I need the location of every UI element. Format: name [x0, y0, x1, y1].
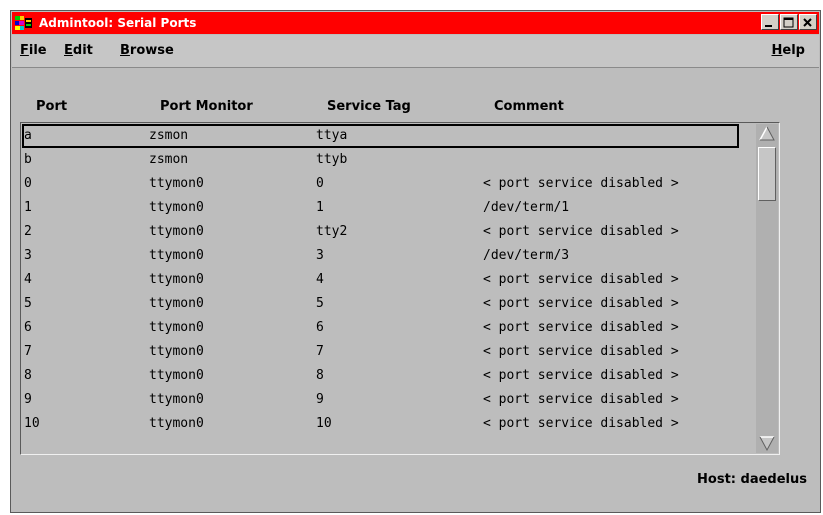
table-row[interactable]: 7 ttymon0 7 < port service disabled >: [22, 340, 739, 364]
serial-ports-list[interactable]: a zsmon ttya b zsmon ttyb 0 ttymon0 0 < port serv…: [20, 122, 780, 455]
scroll-down-icon[interactable]: [758, 434, 776, 452]
cell-port: 0: [24, 176, 32, 191]
table-row[interactable]: 3 ttymon0 3/dev/term/3: [22, 244, 739, 268]
cell-service-tag: 7: [316, 344, 324, 359]
cell-port: 5: [24, 296, 32, 311]
cell-service-tag: 6: [316, 320, 324, 335]
cell-port-monitor: ttymon0: [149, 320, 204, 335]
column-header-port: Port: [36, 99, 68, 114]
cell-port: 1: [24, 200, 32, 215]
cell-port: 7: [24, 344, 32, 359]
cell-service-tag: ttyb: [316, 152, 348, 167]
cell-service-tag: 3: [316, 248, 324, 263]
cell-port: 2: [24, 224, 32, 239]
minimize-icon[interactable]: [761, 14, 779, 30]
cell-service-tag: 4: [316, 272, 324, 287]
table-row[interactable]: 0 ttymon0 0 < port service disabled >: [22, 172, 739, 196]
cell-port: a: [24, 128, 32, 143]
table-row[interactable]: 1 ttymon0 1/dev/term/1: [22, 196, 739, 220]
cell-port-monitor: ttymon0: [149, 224, 204, 239]
menu-edit[interactable]: Edit: [64, 43, 93, 59]
table-row[interactable]: 2 ttymon0 tty2 < port service disabled >: [22, 220, 739, 244]
cell-service-tag: ttya: [316, 128, 348, 143]
cell-comment: < port service disabled >: [483, 368, 679, 383]
cell-comment: < port service disabled >: [483, 296, 679, 311]
cell-port-monitor: ttymon0: [149, 344, 204, 359]
cell-comment: < port service disabled >: [483, 320, 679, 335]
list-content: a zsmon ttya b zsmon ttyb 0 ttymon0 0 < port serv…: [21, 123, 775, 454]
column-header-service-tag: Service Tag: [327, 99, 411, 114]
cell-port: 6: [24, 320, 32, 335]
table-row[interactable]: 4 ttymon0 4 < port service disabled >: [22, 268, 739, 292]
cell-port-monitor: zsmon: [149, 128, 189, 143]
table-row[interactable]: 10 ttymon0 10 < port service disabled >: [22, 412, 739, 436]
cell-comment: < port service disabled >: [483, 272, 679, 287]
table-row[interactable]: b zsmon ttyb: [22, 148, 739, 172]
column-header-comment: Comment: [494, 99, 564, 114]
cell-port-monitor: ttymon0: [149, 392, 204, 407]
scroll-up-icon[interactable]: [758, 125, 776, 143]
menu-bar: File Edit Browse Help: [12, 35, 819, 68]
table-row[interactable]: 6 ttymon0 6 < port service disabled >: [22, 316, 739, 340]
table-row[interactable]: 9 ttymon0 9 < port service disabled >: [22, 388, 739, 412]
window-title: Admintool: Serial Ports: [39, 16, 197, 30]
cell-service-tag: 9: [316, 392, 324, 407]
cell-port-monitor: ttymon0: [149, 248, 204, 263]
cell-port: 10: [24, 416, 40, 431]
cell-port: 3: [24, 248, 32, 263]
cell-service-tag: 1: [316, 200, 324, 215]
cell-port: 4: [24, 272, 32, 287]
cell-service-tag: 10: [316, 416, 332, 431]
cell-port-monitor: ttymon0: [149, 416, 204, 431]
cell-port-monitor: ttymon0: [149, 200, 204, 215]
column-header-port-monitor: Port Monitor: [160, 99, 253, 114]
cell-port-monitor: ttymon0: [149, 296, 204, 311]
cell-port: b: [24, 152, 32, 167]
cell-port-monitor: ttymon0: [149, 176, 204, 191]
cell-comment: < port service disabled >: [483, 224, 679, 239]
scrollbar-thumb[interactable]: [758, 147, 776, 201]
cell-service-tag: 0: [316, 176, 324, 191]
maximize-icon[interactable]: [780, 14, 798, 30]
cell-comment: /dev/term/3: [483, 248, 570, 263]
cell-comment: < port service disabled >: [483, 392, 679, 407]
cell-port-monitor: zsmon: [149, 152, 189, 167]
vertical-scrollbar[interactable]: [756, 124, 778, 453]
menu-file[interactable]: File: [20, 43, 47, 59]
close-icon[interactable]: [799, 14, 817, 30]
cell-port: 8: [24, 368, 32, 383]
table-row[interactable]: 8 ttymon0 8 < port service disabled >: [22, 364, 739, 388]
cell-comment: < port service disabled >: [483, 344, 679, 359]
cell-comment: /dev/term/1: [483, 200, 570, 215]
cell-comment: < port service disabled >: [483, 416, 679, 431]
cell-port-monitor: ttymon0: [149, 272, 204, 287]
menu-help[interactable]: Help: [772, 43, 805, 59]
window-controls: [760, 14, 817, 30]
cell-comment: < port service disabled >: [483, 176, 679, 191]
admintool-icon[interactable]: [15, 15, 33, 31]
table-row[interactable]: a zsmon ttya: [22, 124, 739, 148]
cell-service-tag: tty2: [316, 224, 348, 239]
cell-port: 9: [24, 392, 32, 407]
cell-service-tag: 5: [316, 296, 324, 311]
cell-service-tag: 8: [316, 368, 324, 383]
table-row[interactable]: 5 ttymon0 5 < port service disabled >: [22, 292, 739, 316]
host-status: Host: daedelus: [697, 472, 807, 487]
menu-browse[interactable]: Browse: [120, 43, 174, 59]
title-bar[interactable]: Admintool: Serial Ports: [12, 12, 819, 34]
cell-port-monitor: ttymon0: [149, 368, 204, 383]
